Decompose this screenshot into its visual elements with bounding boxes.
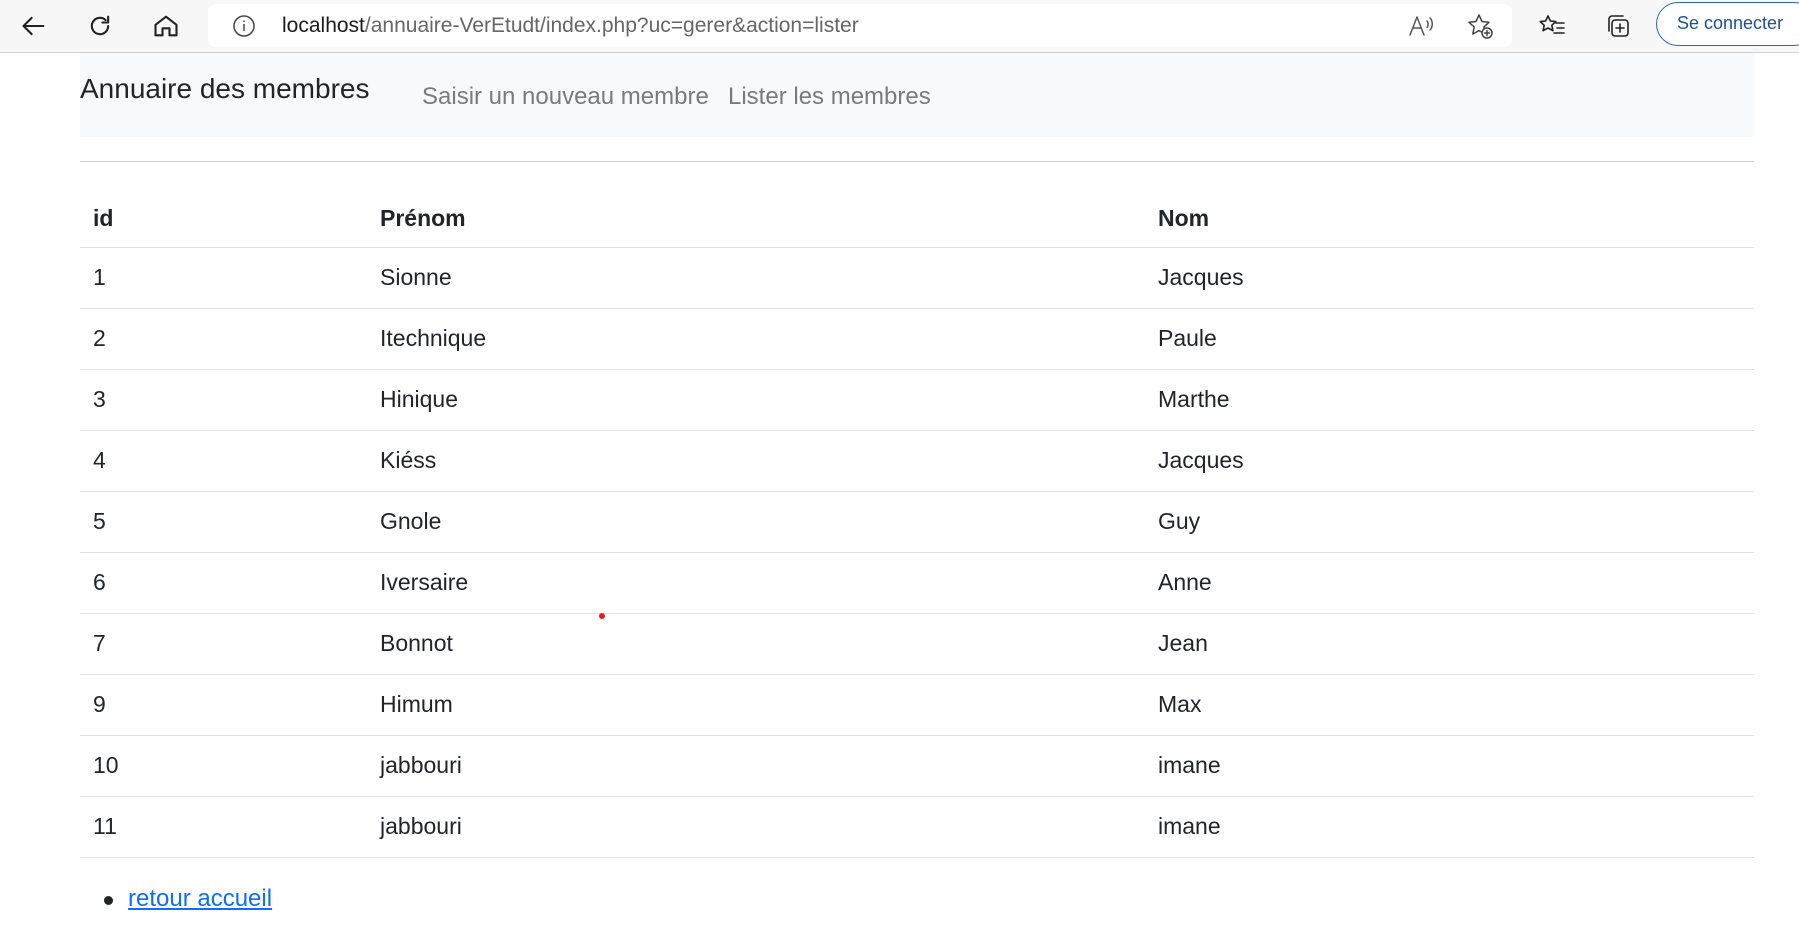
cell-id: 1 [80,247,367,309]
bullet-icon [104,896,113,905]
cell-prenom: Itechnique [367,308,1145,370]
cell-nom: Jacques [1145,430,1754,492]
column-header-id: id [80,191,367,248]
site-navbar: Annuaire des membres Saisir un nouveau m… [80,53,1754,137]
read-aloud-icon[interactable] [1408,13,1436,39]
favorites-button[interactable] [1532,6,1572,46]
navbar-brand[interactable]: Annuaire des membres [80,73,369,105]
add-favorite-icon[interactable] [1466,12,1494,40]
cursor-dot-icon [599,613,605,619]
cell-id: 2 [80,308,367,370]
nav-link-new-member[interactable]: Saisir un nouveau membre [422,83,709,111]
cell-id: 5 [80,491,367,553]
table-row: 1 Sionne Jacques [80,247,1754,309]
nav-link-list-members[interactable]: Lister les membres [728,83,931,111]
cell-prenom: Sionne [367,247,1145,309]
cell-id: 10 [80,735,367,797]
back-button[interactable] [14,6,54,46]
favorites-icon [1539,15,1565,34]
cell-prenom: Kiéss [367,430,1145,492]
table-row: 9 Himum Max [80,674,1754,736]
cell-prenom: Iversaire [367,552,1145,614]
column-header-prenom: Prénom [367,191,1145,248]
table-row: 4 Kiéss Jacques [80,430,1754,492]
back-home-link[interactable]: retour accueil [128,885,272,912]
divider [80,161,1754,162]
info-icon[interactable] [232,14,256,38]
cell-prenom: Bonnot [367,613,1145,675]
cell-nom: Jean [1145,613,1754,675]
cell-nom: Jacques [1145,247,1754,309]
cell-id: 7 [80,613,367,675]
collections-button[interactable] [1598,6,1638,46]
column-header-nom: Nom [1145,191,1754,248]
address-bar[interactable]: localhost/annuaire-VerEtudt/index.php?uc… [208,4,1512,47]
cell-id: 6 [80,552,367,614]
cell-id: 4 [80,430,367,492]
cell-id: 9 [80,674,367,736]
table-row: 5 Gnole Guy [80,491,1754,553]
refresh-button[interactable] [80,6,120,46]
footer-link-list: retour accueil [104,885,272,913]
cell-nom: imane [1145,796,1754,858]
cell-nom: Guy [1145,491,1754,553]
cell-prenom: jabbouri [367,796,1145,858]
table-header-row: id Prénom Nom [80,191,1754,248]
cell-prenom: Himum [367,674,1145,736]
cell-prenom: jabbouri [367,735,1145,797]
cell-prenom: Gnole [367,491,1145,553]
signin-button[interactable]: Se connecter [1656,2,1799,46]
home-button[interactable] [146,6,186,46]
cell-nom: Paule [1145,308,1754,370]
cell-id: 11 [80,796,367,858]
browser-toolbar: localhost/annuaire-VerEtudt/index.php?uc… [0,0,1799,53]
list-item: retour accueil [104,885,272,913]
table-row: 10 jabbouri imane [80,735,1754,797]
home-icon [154,15,178,37]
cell-nom: imane [1145,735,1754,797]
cell-nom: Anne [1145,552,1754,614]
table-row: 6 Iversaire Anne [80,552,1754,614]
back-arrow-icon [22,16,45,36]
members-table: id Prénom Nom 1 Sionne Jacques 2 Itechni… [80,191,1754,858]
url-text[interactable]: localhost/annuaire-VerEtudt/index.php?uc… [282,4,859,47]
refresh-icon [90,15,110,36]
cell-nom: Marthe [1145,369,1754,431]
table-row: 11 jabbouri imane [80,796,1754,858]
table-row: 7 Bonnot Jean [80,613,1754,675]
table-row: 3 Hinique Marthe [80,369,1754,431]
table-row: 2 Itechnique Paule [80,308,1754,370]
collections-icon [1608,15,1629,37]
cell-prenom: Hinique [367,369,1145,431]
cell-id: 3 [80,369,367,431]
cell-nom: Max [1145,674,1754,736]
